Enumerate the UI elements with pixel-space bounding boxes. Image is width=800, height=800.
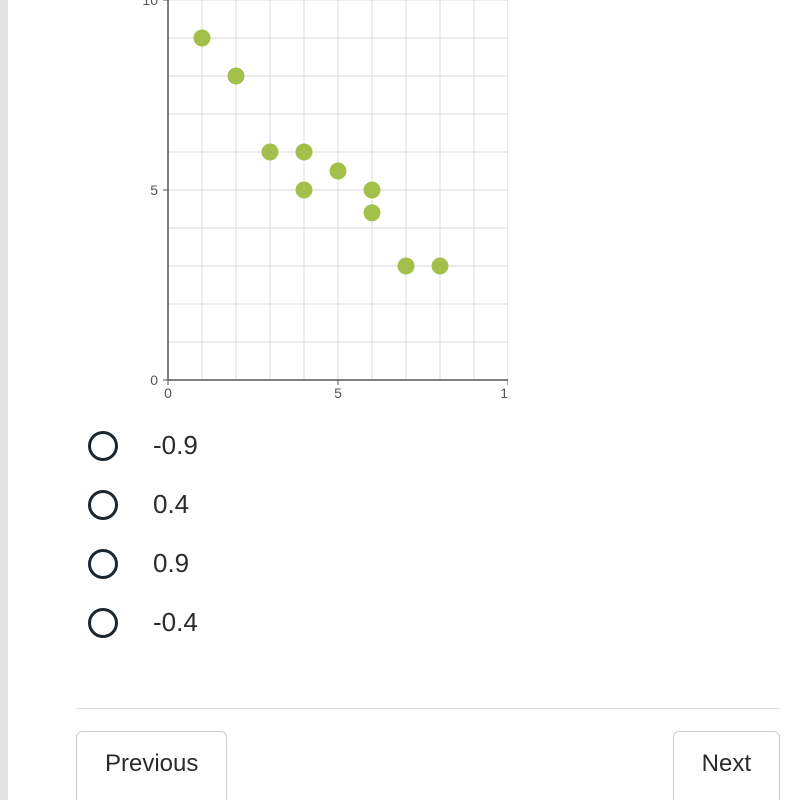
answer-option-label: 0.4 [153, 489, 189, 520]
radio-circle-icon [88, 608, 118, 638]
answer-option[interactable]: 0.9 [88, 548, 740, 579]
nav-row: Previous Next [76, 708, 780, 800]
x-tick-label: 0 [164, 385, 172, 400]
x-tick-label: 10 [500, 385, 508, 400]
answer-option-label: -0.4 [153, 607, 198, 638]
answer-option[interactable]: -0.9 [88, 430, 740, 461]
y-tick-label: 0 [150, 372, 158, 388]
data-point [262, 144, 279, 161]
radio-circle-icon [88, 549, 118, 579]
radio-circle-icon [88, 431, 118, 461]
data-point [432, 258, 449, 275]
data-point [228, 68, 245, 85]
answer-option[interactable]: 0.4 [88, 489, 740, 520]
y-tick-label: 10 [142, 0, 158, 8]
answer-option-label: 0.9 [153, 548, 189, 579]
scatter-chart: 05100510 [108, 0, 488, 400]
answer-options: -0.9 0.4 0.9 -0.4 [88, 430, 740, 638]
next-button[interactable]: Next [673, 731, 780, 800]
data-point [296, 182, 313, 199]
radio-circle-icon [88, 490, 118, 520]
data-point [364, 204, 381, 221]
data-point [194, 30, 211, 47]
data-point [296, 144, 313, 161]
answer-option[interactable]: -0.4 [88, 607, 740, 638]
previous-button[interactable]: Previous [76, 731, 227, 800]
answer-option-label: -0.9 [153, 430, 198, 461]
data-point [364, 182, 381, 199]
data-point [398, 258, 415, 275]
y-tick-label: 5 [150, 182, 158, 198]
data-point [330, 163, 347, 180]
x-tick-label: 5 [334, 385, 342, 400]
